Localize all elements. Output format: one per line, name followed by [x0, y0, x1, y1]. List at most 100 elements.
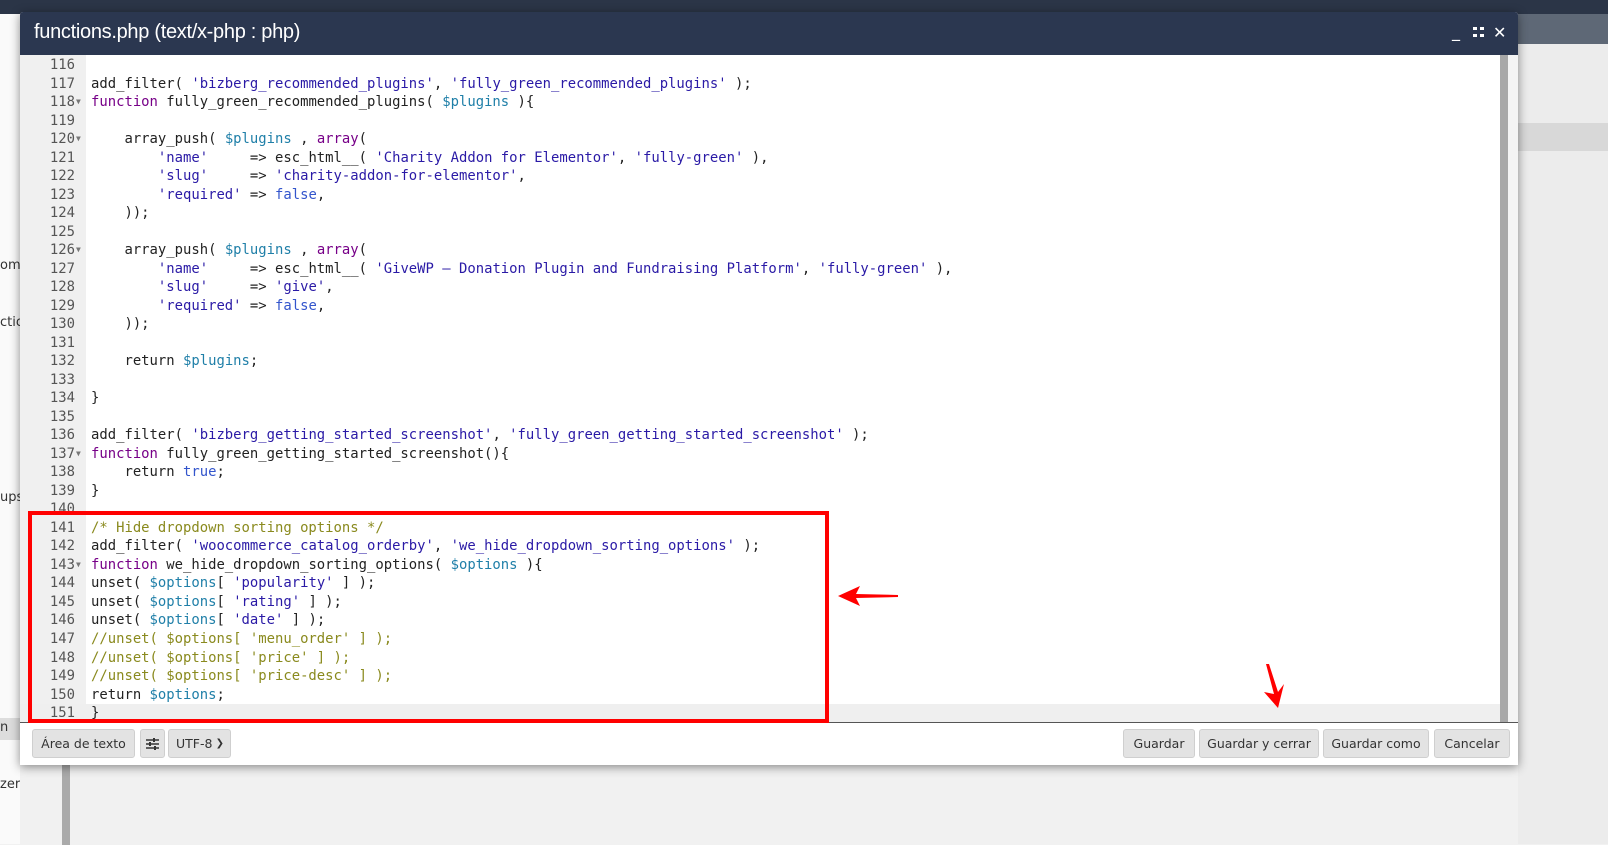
code-token: , — [325, 279, 334, 296]
fold-arrow-icon[interactable]: ▼ — [76, 130, 81, 149]
code-line[interactable]: 121 'name' => esc_html__( 'Charity Addon… — [20, 149, 1500, 168]
dialog-footer: Área de texto UTF-8 ❯ Guardar Guardar y c… — [20, 722, 1518, 765]
code-text: return true; — [91, 463, 225, 482]
sliders-icon — [146, 738, 159, 750]
code-text: array_push( $plugins , array( — [91, 241, 367, 260]
code-token: function — [91, 445, 158, 462]
code-line[interactable]: 139} — [20, 482, 1500, 501]
line-number: 117 — [49, 75, 75, 92]
vertical-scrollbar[interactable] — [1500, 55, 1508, 722]
code-token: true — [183, 464, 217, 481]
code-text: 'required' => false, — [91, 186, 325, 205]
code-line[interactable]: 119 — [20, 112, 1500, 131]
fold-arrow-icon[interactable]: ▼ — [76, 445, 81, 464]
code-line[interactable]: 128 'slug' => 'give', — [20, 278, 1500, 297]
background-text: ups — [0, 490, 20, 505]
maximize-icon[interactable] — [1473, 26, 1484, 40]
code-text: } — [91, 389, 99, 408]
code-token: , — [316, 297, 326, 314]
background-scrollbar — [62, 765, 70, 845]
code-token: array — [316, 242, 359, 259]
save-as-button[interactable]: Guardar como — [1323, 729, 1429, 758]
code-line[interactable]: 136 add_filter( 'bizberg_getting_started_… — [20, 426, 1500, 445]
code-line[interactable]: 131 — [20, 334, 1500, 353]
code-line[interactable]: 116 — [20, 56, 1500, 75]
code-line[interactable]: 135 — [20, 408, 1500, 427]
code-token: , — [617, 149, 635, 166]
code-token: fully_green_recommended_plugins( — [157, 94, 443, 111]
code-line[interactable]: 126 ▼ array_push( $plugins , array( — [20, 241, 1500, 260]
code-token: $plugins — [224, 242, 292, 259]
code-token: ; — [216, 464, 225, 481]
fold-arrow-icon[interactable]: ▼ — [76, 241, 81, 260]
line-number: 136 — [49, 427, 75, 444]
line-number: 132 — [49, 353, 75, 370]
line-number: 118 — [49, 94, 75, 111]
save-and-close-button[interactable]: Guardar y cerrar — [1199, 729, 1319, 758]
code-line[interactable]: 118 ▼ function fully_green_recommended_plu… — [20, 93, 1500, 112]
line-number: 134 — [49, 390, 75, 407]
code-token: 'slug' — [157, 279, 209, 296]
code-line[interactable]: 129 'required' => false, — [20, 297, 1500, 316]
code-token: add_filter( — [91, 427, 192, 444]
code-token: return — [91, 353, 183, 370]
minimize-icon[interactable]: _ — [1452, 22, 1460, 41]
line-number: 121 — [49, 149, 75, 166]
cancel-button[interactable]: Cancelar — [1434, 729, 1510, 758]
code-token: 'give' — [275, 279, 326, 296]
code-line[interactable]: 138 return true; — [20, 463, 1500, 482]
code-token: , — [517, 168, 526, 185]
textarea-mode-button[interactable]: Área de texto — [32, 729, 135, 758]
code-token: 'GiveWP – Donation Plugin and Fundraisin… — [375, 260, 802, 277]
line-number: 120 — [49, 131, 75, 148]
code-text: add_filter( 'bizberg_getting_started_scr… — [91, 426, 869, 445]
code-line[interactable]: 127 'name' => esc_html__( 'GiveWP – Dona… — [20, 260, 1500, 279]
line-number: 139 — [49, 482, 75, 499]
code-text: 'required' => false, — [91, 297, 325, 316]
code-token: => — [208, 168, 275, 185]
settings-button[interactable] — [140, 729, 165, 758]
close-icon[interactable]: ✕ — [1493, 23, 1506, 42]
line-number: 127 — [49, 260, 75, 277]
code-line[interactable]: 117 add_filter( 'bizberg_recommended_plug… — [20, 75, 1500, 94]
code-line[interactable]: 134} — [20, 389, 1500, 408]
code-token: false — [275, 186, 317, 203]
line-number: 129 — [49, 297, 75, 314]
code-line[interactable]: 124 )); — [20, 204, 1500, 223]
code-token: 'name' — [157, 260, 209, 277]
code-token: , — [433, 75, 451, 92]
code-line[interactable]: 130 )); — [20, 315, 1500, 334]
code-token: function — [91, 94, 158, 111]
code-line[interactable]: 132 return $plugins; — [20, 352, 1500, 371]
code-line[interactable]: 125 — [20, 223, 1500, 242]
code-text: 'slug' => 'charity-addon-for-elementor', — [91, 167, 526, 186]
code-token: ( — [358, 242, 368, 259]
code-text: 'slug' => 'give', — [91, 278, 334, 297]
background-text: zer — [0, 777, 20, 792]
code-line[interactable]: 122 'slug' => 'charity-addon-for-element… — [20, 167, 1500, 186]
line-number: 122 — [49, 168, 75, 185]
code-line[interactable]: 133 — [20, 371, 1500, 390]
code-text: )); — [91, 204, 149, 223]
scrollbar-track[interactable] — [1508, 55, 1518, 722]
annotation-arrow-left-icon — [838, 586, 898, 606]
code-text: )); — [91, 315, 149, 334]
code-token: return — [91, 464, 183, 481]
code-token: , — [801, 260, 819, 277]
annotation-highlight-box — [28, 511, 829, 723]
line-number: 119 — [49, 112, 75, 129]
code-token: 'fully-green' — [818, 260, 928, 277]
line-number: 116 — [49, 57, 75, 73]
code-line[interactable]: 137 ▼ function fully_green_getting_started… — [20, 445, 1500, 464]
dialog-titlebar[interactable]: functions.php (text/x-php : php) _ ✕ — [20, 12, 1518, 55]
code-line[interactable]: 123 'required' => false, — [20, 186, 1500, 205]
save-button[interactable]: Guardar — [1123, 729, 1195, 758]
fold-arrow-icon[interactable]: ▼ — [76, 93, 81, 112]
code-text: 'name' => esc_html__( 'Charity Addon for… — [91, 149, 769, 168]
encoding-select[interactable]: UTF-8 ❯ — [168, 729, 231, 758]
code-text: add_filter( 'bizberg_recommended_plugins… — [91, 75, 752, 94]
code-line[interactable]: 120 ▼ array_push( $plugins , array( — [20, 130, 1500, 149]
